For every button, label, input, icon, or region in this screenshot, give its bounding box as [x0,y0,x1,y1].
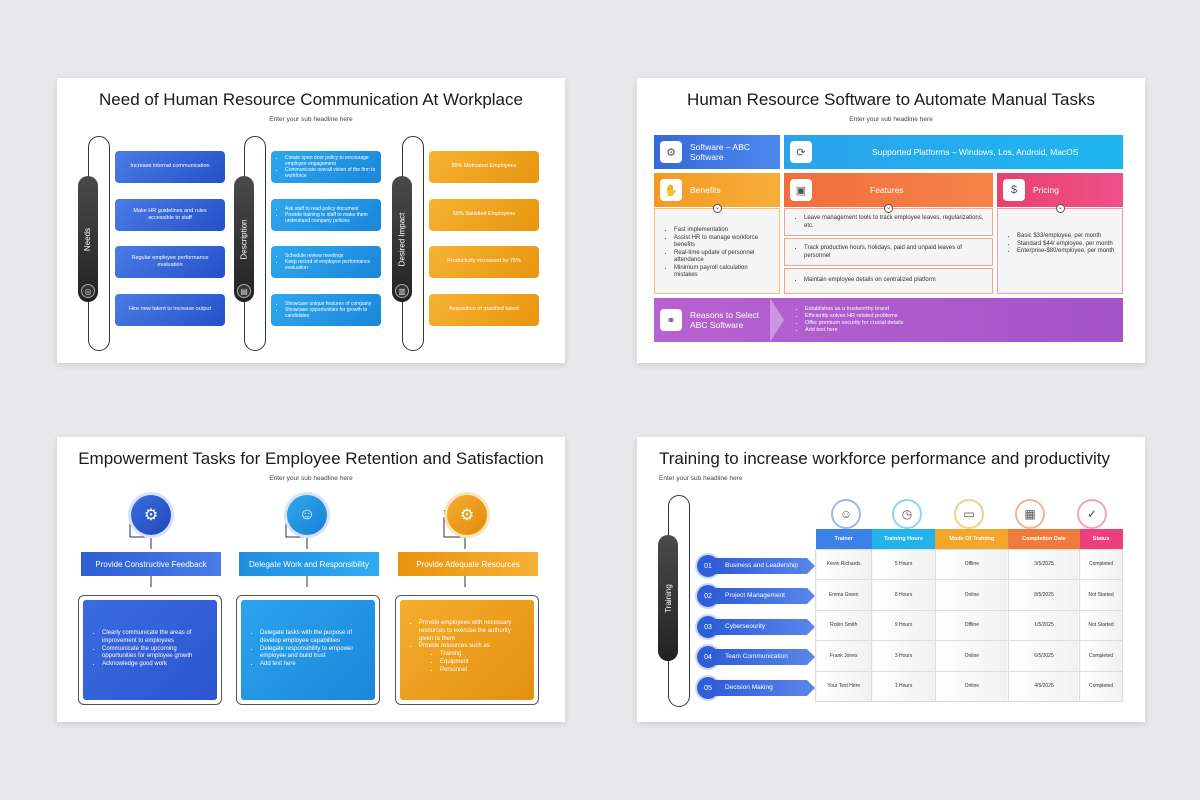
table-row: Robin Smith 9 Hours Offline 1/5/2025 Not Sta… [814,609,1123,641]
delegate-box: Delegate tasks with the purpose of devel… [236,595,380,705]
handshake-icon: ⚭ [660,309,682,331]
impact-box: Acquisition of qualified talent [429,294,539,326]
description-box: Showcase unique features of companyShowc… [271,294,381,326]
clock-icon: ◷ [892,499,922,529]
need-box: Hire new talent to increase output [115,294,225,326]
monitor-icon: ▭ [954,499,984,529]
hand-icon: ✋ [660,179,682,201]
chart-icon: ▥ [395,284,409,298]
chevron-down-icon: ⌄ [713,204,722,213]
platforms-header: ⟳ Supported Platforms – Windows, Los, And… [784,135,1123,169]
slide-hr-software[interactable]: Human Resource Software to Automate Manu… [637,78,1145,363]
feedback-box: Clearly communicate the areas of improve… [78,595,222,705]
description-box: Ask staff to read policy documentProvide… [271,199,381,231]
slide-subtitle: Enter your sub headline here [849,116,933,123]
target-icon: ◎ [81,284,95,298]
resources-box: Provide employees with necessary resourc… [395,595,539,705]
impact-box: 66% Satisfied Employees [429,199,539,231]
table-row: Your Text Here 1 Hours Online 4/5/2025 Compl… [814,670,1123,702]
slide-subtitle: Enter your sub headline here [659,475,743,482]
feature-item: Maintain employee details on centralized… [784,268,993,294]
slide-title: Training to increase workforce performan… [659,449,1111,468]
training-table: Trainer Training Hours Mode Of Training … [814,529,1123,702]
needs-pill: Needs ◎ [78,176,98,302]
reasons-banner: ⚭ Reasons to Select ABC Software Establi… [654,298,1123,342]
benefits-header: ✋ Benefits [654,173,780,207]
trainer-icon: ☺ [831,499,861,529]
impact-box: Productivity increased by 75% [429,246,539,278]
table-row: Frank Jones 3 Hours Online 6/5/2025 Complete… [814,640,1123,672]
training-pill: Training [658,535,678,661]
money-icon: $ [1003,179,1025,201]
slide-training[interactable]: Training to increase workforce performan… [637,437,1145,722]
description-pill: Description ▤ [234,176,254,302]
resources-header: Provide Adequate Resources [398,552,538,576]
software-header: ⚙ Software – ABC Software [654,135,780,169]
document-icon: ▤ [237,284,251,298]
feedback-icon: ⚙ [131,495,171,535]
team-icon: ☺ [287,495,327,535]
need-box: Make HR guidelines and rules accessible … [115,199,225,231]
pricing-header: $ Pricing [997,173,1123,207]
resource-icon: ⚙ [447,495,487,535]
benefits-panel: Fast implementationAssist HR to manage w… [654,208,780,294]
col-header: Mode Of Training [935,529,1009,549]
slide-subtitle: Enter your sub headline here [269,116,353,123]
refresh-icon: ⟳ [790,141,812,163]
col-header: Trainer [815,529,872,549]
col-header: Training Hours [871,529,936,549]
slide-hr-communication[interactable]: Need of Human Resource Communication At … [57,78,565,363]
features-header: ▣ Features [784,173,993,207]
table-row: Kevin Richards 5 Hours Offline 3/5/2025 Comp… [814,548,1123,580]
description-box: Schedule review meetingsKeep record of e… [271,246,381,278]
table-row: Emma Green 8 Hours Online 8/5/2025 Not Start… [814,579,1123,611]
feedback-header: Provide Constructive Feedback [81,552,221,576]
col-header: Status [1079,529,1123,549]
slide-empowerment-tasks[interactable]: Empowerment Tasks for Employee Retention… [57,437,565,722]
description-box: Create open door policy to encourage emp… [271,151,381,183]
feature-item: Track productive hours, holidays, paid a… [784,238,993,266]
status-icon: ✓ [1077,499,1107,529]
slide-title: Need of Human Resource Communication At … [99,90,523,109]
chevron-down-icon: ⌄ [884,204,893,213]
chevron-down-icon: ⌄ [1056,204,1065,213]
need-box: Regular employee performance evaluation [115,246,225,278]
need-box: Increase internal communication [115,151,225,183]
calendar-icon: ▦ [1015,499,1045,529]
col-header: Completion Date [1008,529,1080,549]
delegate-header: Delegate Work and Responsibility [239,552,379,576]
slide-title: Human Resource Software to Automate Manu… [687,90,1095,109]
impact-box: 99% Motivated Employees [429,151,539,183]
impact-pill: Desired Impact ▥ [392,176,412,302]
briefcase-icon: ▣ [790,179,812,201]
gear-icon: ⚙ [660,141,682,163]
pricing-panel: Basic $33/employee, per monthStandard $4… [997,208,1123,294]
